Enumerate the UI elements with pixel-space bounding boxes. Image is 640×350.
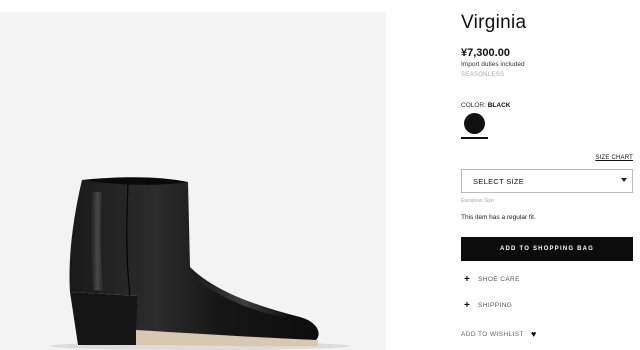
wishlist-label: ADD TO WISHLIST <box>461 331 524 338</box>
add-to-wishlist-button[interactable]: ADD TO WISHLIST ♥ <box>461 329 561 342</box>
selected-swatch-indicator <box>461 137 488 139</box>
fit-note: This item has a regular fit. <box>461 214 536 221</box>
caret-down-icon <box>621 178 627 182</box>
color-label: COLOR: BLACK <box>461 102 510 109</box>
accordion-label: SHOE CARE <box>478 276 520 283</box>
product-title: Virginia <box>461 12 527 33</box>
plus-icon: + <box>464 274 470 285</box>
size-chart-link[interactable]: SIZE CHART <box>595 155 633 161</box>
color-label-value: BLACK <box>487 102 511 109</box>
plus-icon: + <box>464 300 470 311</box>
accordion-label: SHIPPING <box>478 302 513 309</box>
boot-illustration <box>50 177 350 350</box>
accordion-shipping[interactable]: + SHIPPING <box>461 300 633 314</box>
color-swatch-black[interactable] <box>464 113 485 134</box>
heart-icon: ♥ <box>531 329 537 339</box>
product-details: Virginia ¥7,300.00 Import duties include… <box>461 0 633 350</box>
size-system-note: European Size <box>461 198 494 204</box>
product-price: ¥7,300.00 <box>461 47 510 59</box>
size-select-placeholder: SELECT SIZE <box>473 177 525 186</box>
season-label: SEASONLESS <box>461 72 505 78</box>
duties-note: Import duties included <box>461 61 525 68</box>
add-to-bag-button[interactable]: ADD TO SHOPPING BAG <box>461 237 633 261</box>
size-select[interactable]: SELECT SIZE <box>461 169 633 193</box>
accordion-shoe-care[interactable]: + SHOE CARE <box>461 274 633 288</box>
product-image <box>0 12 386 350</box>
color-label-key: COLOR: <box>461 102 486 109</box>
